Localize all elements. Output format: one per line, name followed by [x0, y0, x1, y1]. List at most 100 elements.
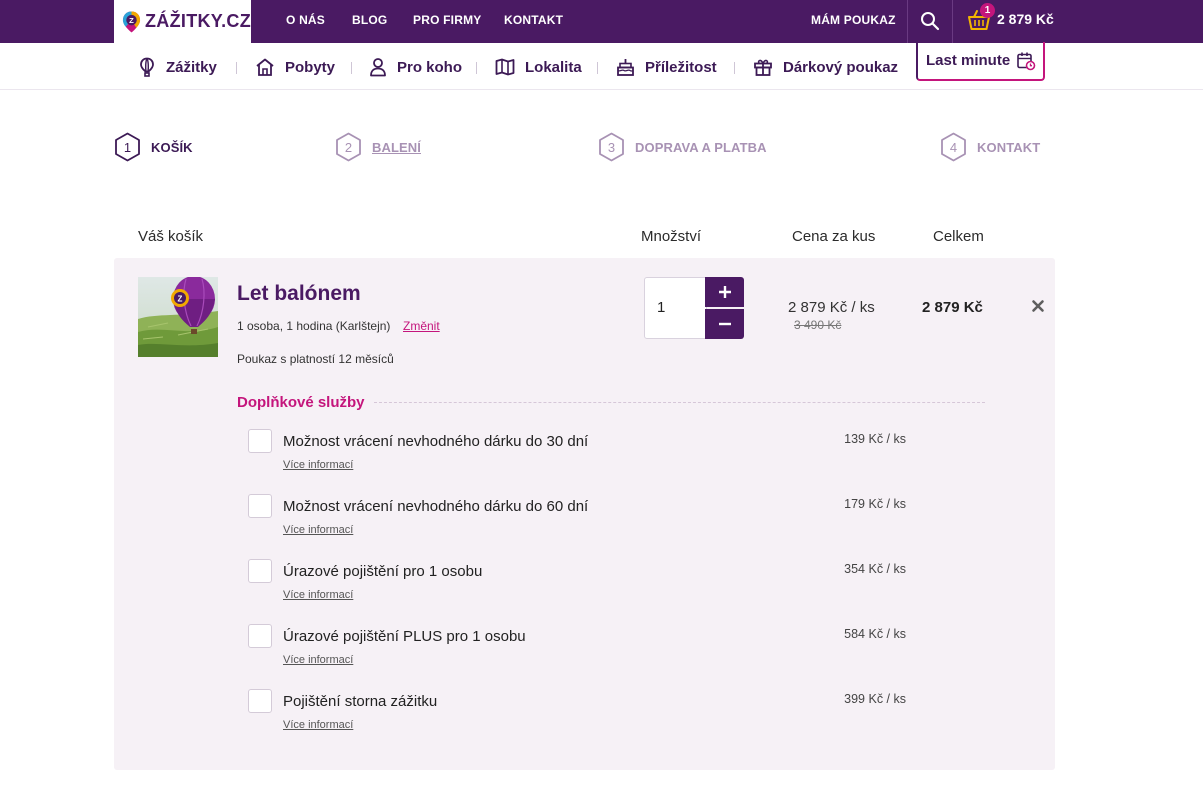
category-label: Příležitost	[645, 58, 717, 76]
cake-icon	[617, 59, 634, 76]
basket-total[interactable]: 2 879 Kč	[997, 11, 1054, 27]
header-cart: Váš košík	[138, 228, 204, 245]
addon-name[interactable]: Možnost vrácení nevhodného dárku do 60 d…	[283, 498, 588, 515]
step-label[interactable]: BALENÍ	[372, 140, 421, 155]
balloon-icon	[140, 57, 154, 77]
step-number-badge: 2	[335, 132, 362, 162]
product-title[interactable]: Let balónem	[237, 282, 361, 306]
person-icon	[370, 58, 386, 77]
quantity-input[interactable]: 1	[644, 277, 707, 339]
header-unit-price: Cena za kus	[792, 228, 876, 245]
more-info-link[interactable]: Více informací	[283, 654, 353, 666]
category-label: Dárkový poukaz	[783, 58, 899, 76]
svg-text:Z: Z	[129, 15, 134, 24]
nav-link-about[interactable]: O NÁS	[286, 13, 325, 27]
logo[interactable]: Z ZÁŽITKY.CZ	[114, 0, 251, 43]
last-minute-label: Last minute	[926, 52, 1011, 69]
category-pobyty[interactable]: Pobyty	[255, 53, 335, 81]
product-validity: Poukaz s platností 12 měsíců	[237, 352, 394, 366]
addon-price: 139 Kč / ks	[844, 432, 906, 446]
calendar-clock-icon	[1017, 52, 1036, 70]
divider	[236, 62, 237, 74]
addons-divider	[374, 402, 985, 403]
category-label: Pobyty	[285, 58, 336, 76]
product-variant: 1 osoba, 1 hodina (Karlštejn)	[237, 319, 391, 333]
balloon-photo: Z	[138, 277, 218, 357]
step-cart: 1 KOŠÍK	[114, 132, 193, 162]
step-shipping-payment: 3 DOPRAVA A PLATBA	[598, 132, 767, 162]
logo-text: ZÁŽITKY.CZ	[145, 11, 251, 31]
category-label: Pro koho	[397, 58, 463, 76]
more-info-link[interactable]: Více informací	[283, 524, 353, 536]
header-total: Celkem	[933, 228, 984, 245]
more-info-link[interactable]: Více informací	[283, 589, 353, 601]
gift-icon	[754, 59, 772, 76]
category-label: Lokalita	[525, 58, 582, 76]
addon-name[interactable]: Úrazové pojištění pro 1 osobu	[283, 563, 482, 580]
nav-link-contact[interactable]: KONTAKT	[504, 13, 563, 27]
addons-title: Doplňkové služby	[237, 394, 365, 411]
change-variant-link[interactable]: Změnit	[403, 319, 440, 333]
header-quantity: Množství	[641, 228, 702, 245]
divider	[351, 62, 352, 74]
addon-checkbox[interactable]	[248, 429, 272, 453]
house-icon	[256, 58, 274, 76]
category-pro-koho[interactable]: Pro koho	[369, 53, 462, 81]
remove-item-icon[interactable]	[1030, 298, 1046, 314]
step-label: KONTAKT	[977, 139, 1041, 155]
addon-checkbox[interactable]	[248, 624, 272, 648]
step-number-badge: 3	[598, 132, 625, 162]
quantity-decrease-button[interactable]	[705, 309, 744, 339]
plus-icon	[718, 286, 731, 298]
category-prilezitost[interactable]: Příležitost	[616, 53, 717, 81]
category-lokalita[interactable]: Lokalita	[495, 53, 582, 81]
product-thumbnail[interactable]: Z	[138, 277, 218, 357]
nav-link-blog[interactable]: BLOG	[352, 13, 387, 27]
last-minute-button[interactable]: Last minute	[916, 42, 1045, 81]
svg-text:Z: Z	[178, 295, 183, 304]
minus-icon	[718, 322, 731, 326]
step-contact: 4 KONTAKT	[940, 132, 1040, 162]
basket-count-badge: 1	[980, 3, 995, 18]
quantity-increase-button[interactable]	[705, 277, 744, 307]
step-number-badge: 1	[114, 132, 141, 162]
addon-price: 179 Kč / ks	[844, 497, 906, 511]
category-darkovy-poukaz[interactable]: Dárkový poukaz	[753, 53, 898, 81]
addon-price: 584 Kč / ks	[844, 627, 906, 641]
addon-name[interactable]: Pojištění storna zážitku	[283, 693, 437, 710]
line-total: 2 879 Kč	[922, 299, 983, 316]
divider	[476, 62, 477, 74]
category-zazitky[interactable]: Zážitky	[138, 53, 217, 81]
voucher-link[interactable]: MÁM POUKAZ	[811, 13, 896, 27]
addon-checkbox[interactable]	[248, 689, 272, 713]
addon-checkbox[interactable]	[248, 494, 272, 518]
addon-item: Úrazové pojištění PLUS pro 1 osobu Více …	[248, 624, 948, 679]
addon-checkbox[interactable]	[248, 559, 272, 583]
addon-item: Možnost vrácení nevhodného dárku do 60 d…	[248, 494, 948, 549]
original-price: 3 490 Kč	[794, 318, 842, 332]
addon-name[interactable]: Možnost vrácení nevhodného dárku do 30 d…	[283, 433, 588, 450]
addon-item: Pojištění storna zážitku Více informací …	[248, 689, 948, 744]
unit-price: 2 879 Kč / ks	[788, 299, 875, 316]
step-label: DOPRAVA A PLATBA	[635, 139, 767, 155]
more-info-link[interactable]: Více informací	[283, 459, 353, 471]
step-label: KOŠÍK	[151, 139, 193, 155]
addon-name[interactable]: Úrazové pojištění PLUS pro 1 osobu	[283, 628, 526, 645]
divider	[952, 0, 953, 43]
addon-price: 399 Kč / ks	[844, 692, 906, 706]
step-packaging[interactable]: 2 BALENÍ	[335, 132, 421, 162]
more-info-link[interactable]: Více informací	[283, 719, 353, 731]
category-label: Zážitky	[166, 58, 217, 76]
divider	[597, 62, 598, 74]
nav-link-business[interactable]: PRO FIRMY	[413, 13, 481, 27]
addon-item: Možnost vrácení nevhodného dárku do 30 d…	[248, 429, 948, 484]
search-icon[interactable]	[919, 10, 941, 32]
divider	[734, 62, 735, 74]
top-bar: Z ZÁŽITKY.CZ O NÁS BLOG PRO FIRMY KONTAK…	[0, 0, 1203, 43]
divider	[907, 0, 908, 43]
step-number-badge: 4	[940, 132, 967, 162]
addon-item: Úrazové pojištění pro 1 osobu Více infor…	[248, 559, 948, 614]
map-icon	[495, 58, 515, 76]
addon-price: 354 Kč / ks	[844, 562, 906, 576]
logo-pin-icon: Z	[122, 11, 141, 32]
